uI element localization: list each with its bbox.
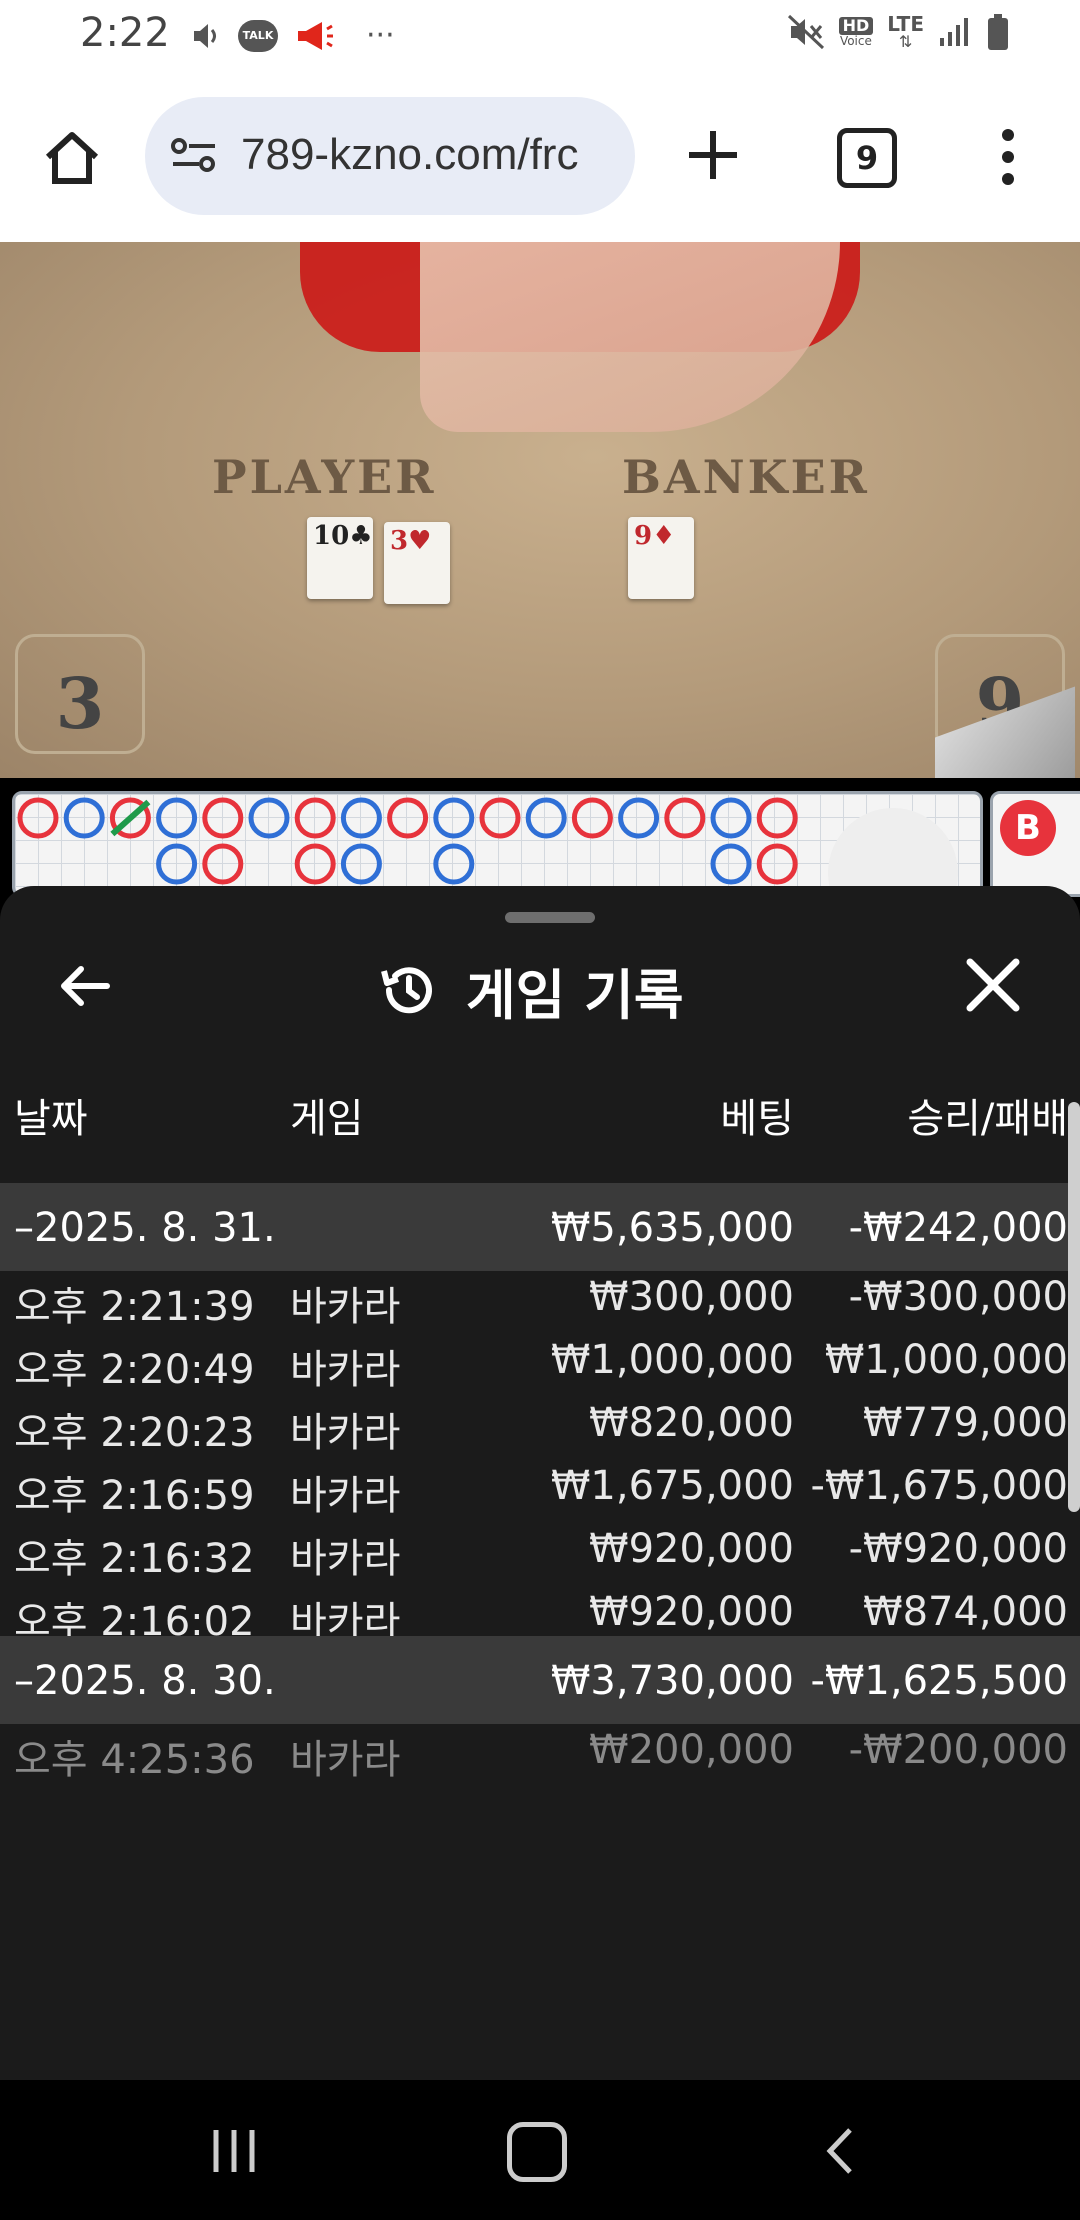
- bet-cell: ₩1,675,000: [550, 1463, 794, 1509]
- banker-card-1: 9♦: [628, 517, 694, 599]
- bet-cell: ₩920,000: [589, 1589, 794, 1635]
- road-row2-bead: [756, 843, 798, 885]
- game-cell: 바카라: [290, 1737, 401, 1783]
- drag-handle[interactable]: [505, 912, 595, 923]
- win-loss-cell: -₩300,000: [848, 1274, 1068, 1320]
- url-text[interactable]: 789-kzno.com/frc: [241, 130, 578, 180]
- bet-cell: ₩5,635,000: [550, 1205, 794, 1251]
- road-row1-bead: [202, 797, 244, 839]
- megaphone-icon: [298, 21, 333, 50]
- player-card-2: 3♥: [384, 522, 450, 604]
- road-row1-bead: [710, 797, 752, 839]
- game-history-sheet: 게임 기록 날짜 게임 베팅 승리/패배 –2025. 8. 31. ₩5,635…: [0, 886, 1080, 2080]
- back-arrow-icon[interactable]: [55, 956, 115, 1016]
- win-loss-cell: ₩1,000,000: [824, 1337, 1068, 1383]
- scrollbar[interactable]: [1068, 1102, 1080, 1512]
- recents-icon[interactable]: [210, 2126, 260, 2176]
- road-row2-bead: [433, 843, 475, 885]
- more-notifications-icon: ···: [366, 18, 395, 53]
- road-row1-bead: [479, 797, 521, 839]
- table-header: 날짜 게임 베팅 승리/패배: [0, 1086, 1080, 1142]
- win-loss-cell: -₩200,000: [848, 1727, 1068, 1773]
- tab-switcher-button[interactable]: 9: [837, 128, 897, 188]
- live-video[interactable]: PLAYER BANKER 10♣ 3♥ 9♦ 3 9: [0, 242, 1080, 778]
- more-options-icon[interactable]: [998, 127, 1018, 187]
- clock: 2:22: [80, 10, 170, 56]
- win-loss-cell: -₩242,000: [848, 1205, 1068, 1251]
- hd-voice-icon: HD Voice: [838, 16, 874, 48]
- battery-icon: [988, 14, 1008, 50]
- bet-cell: ₩300,000: [589, 1274, 794, 1320]
- status-bar: 2:22 TALK ··· HD Voice LTE ⇅: [0, 0, 1080, 75]
- sheet-header: 게임 기록: [380, 950, 684, 1030]
- home-icon[interactable]: [40, 125, 104, 189]
- system-nav-bar: [0, 2080, 1080, 2220]
- date-cell: –2025. 8. 31.: [14, 1205, 276, 1251]
- road-row1-bead: [156, 797, 198, 839]
- road-row2-bead: [710, 843, 752, 885]
- close-icon[interactable]: [962, 954, 1024, 1016]
- road-row1-bead: [525, 797, 567, 839]
- win-loss-cell: ₩779,000: [863, 1400, 1068, 1446]
- road-row1-bead: [571, 797, 613, 839]
- player-score: 3: [15, 634, 145, 754]
- header-win-loss: 승리/패배: [907, 1096, 1068, 1142]
- date-cell: 오후 4:25:36: [14, 1737, 255, 1783]
- road-row1-bead: [340, 797, 382, 839]
- dealer-arms: [420, 242, 840, 432]
- road-row1-bead: [756, 797, 798, 839]
- road-row1-bead: [17, 797, 59, 839]
- date-cell: –2025. 8. 30.: [14, 1658, 276, 1704]
- win-loss-cell: ₩874,000: [863, 1589, 1068, 1635]
- browser-toolbar: 789-kzno.com/frc 9: [0, 75, 1080, 243]
- home-button[interactable]: [507, 2122, 567, 2182]
- header-bet: 베팅: [720, 1096, 794, 1142]
- header-game: 게임: [290, 1096, 364, 1142]
- bet-cell: ₩820,000: [589, 1400, 794, 1446]
- table-row[interactable]: 오후 4:25:36 바카라 ₩200,000 -₩200,000: [0, 1705, 1080, 1793]
- back-icon[interactable]: [820, 2126, 860, 2176]
- road-row1-bead: [618, 797, 660, 839]
- win-loss-cell: -₩920,000: [848, 1526, 1068, 1572]
- bet-cell: ₩200,000: [589, 1727, 794, 1773]
- road-row1-bead: [294, 797, 336, 839]
- win-loss-cell: -₩1,675,000: [810, 1463, 1068, 1509]
- road-row1-bead: [248, 797, 290, 839]
- volume-icon: [194, 23, 216, 48]
- road-row2-bead: [202, 843, 244, 885]
- road-row1-bead: [387, 797, 429, 839]
- bet-cell: ₩1,000,000: [550, 1337, 794, 1383]
- road-row2-bead: [156, 843, 198, 885]
- talk-icon: TALK: [238, 19, 278, 52]
- banker-badge: B: [1000, 800, 1056, 856]
- road-row1-bead: [63, 797, 105, 839]
- bet-cell: ₩3,730,000: [550, 1658, 794, 1704]
- banker-label: BANKER: [622, 450, 870, 504]
- road-row1-bead: [664, 797, 706, 839]
- bet-cell: ₩920,000: [589, 1526, 794, 1572]
- address-bar[interactable]: 789-kzno.com/frc: [145, 97, 635, 215]
- signal-icon: [940, 18, 968, 46]
- sheet-title: 게임 기록: [466, 963, 684, 1027]
- new-tab-icon[interactable]: [683, 125, 743, 185]
- mute-icon: [787, 14, 824, 50]
- lte-icon: LTE ⇅: [887, 12, 924, 51]
- win-loss-cell: -₩1,625,500: [810, 1658, 1068, 1704]
- header-date: 날짜: [14, 1096, 88, 1142]
- site-settings-icon[interactable]: [169, 135, 219, 175]
- road-row1-bead: [433, 797, 475, 839]
- road-row2-bead: [294, 843, 336, 885]
- road-row2-bead: [340, 843, 382, 885]
- player-label: PLAYER: [212, 450, 437, 504]
- history-icon: [381, 967, 432, 1014]
- player-card-1: 10♣: [307, 517, 373, 599]
